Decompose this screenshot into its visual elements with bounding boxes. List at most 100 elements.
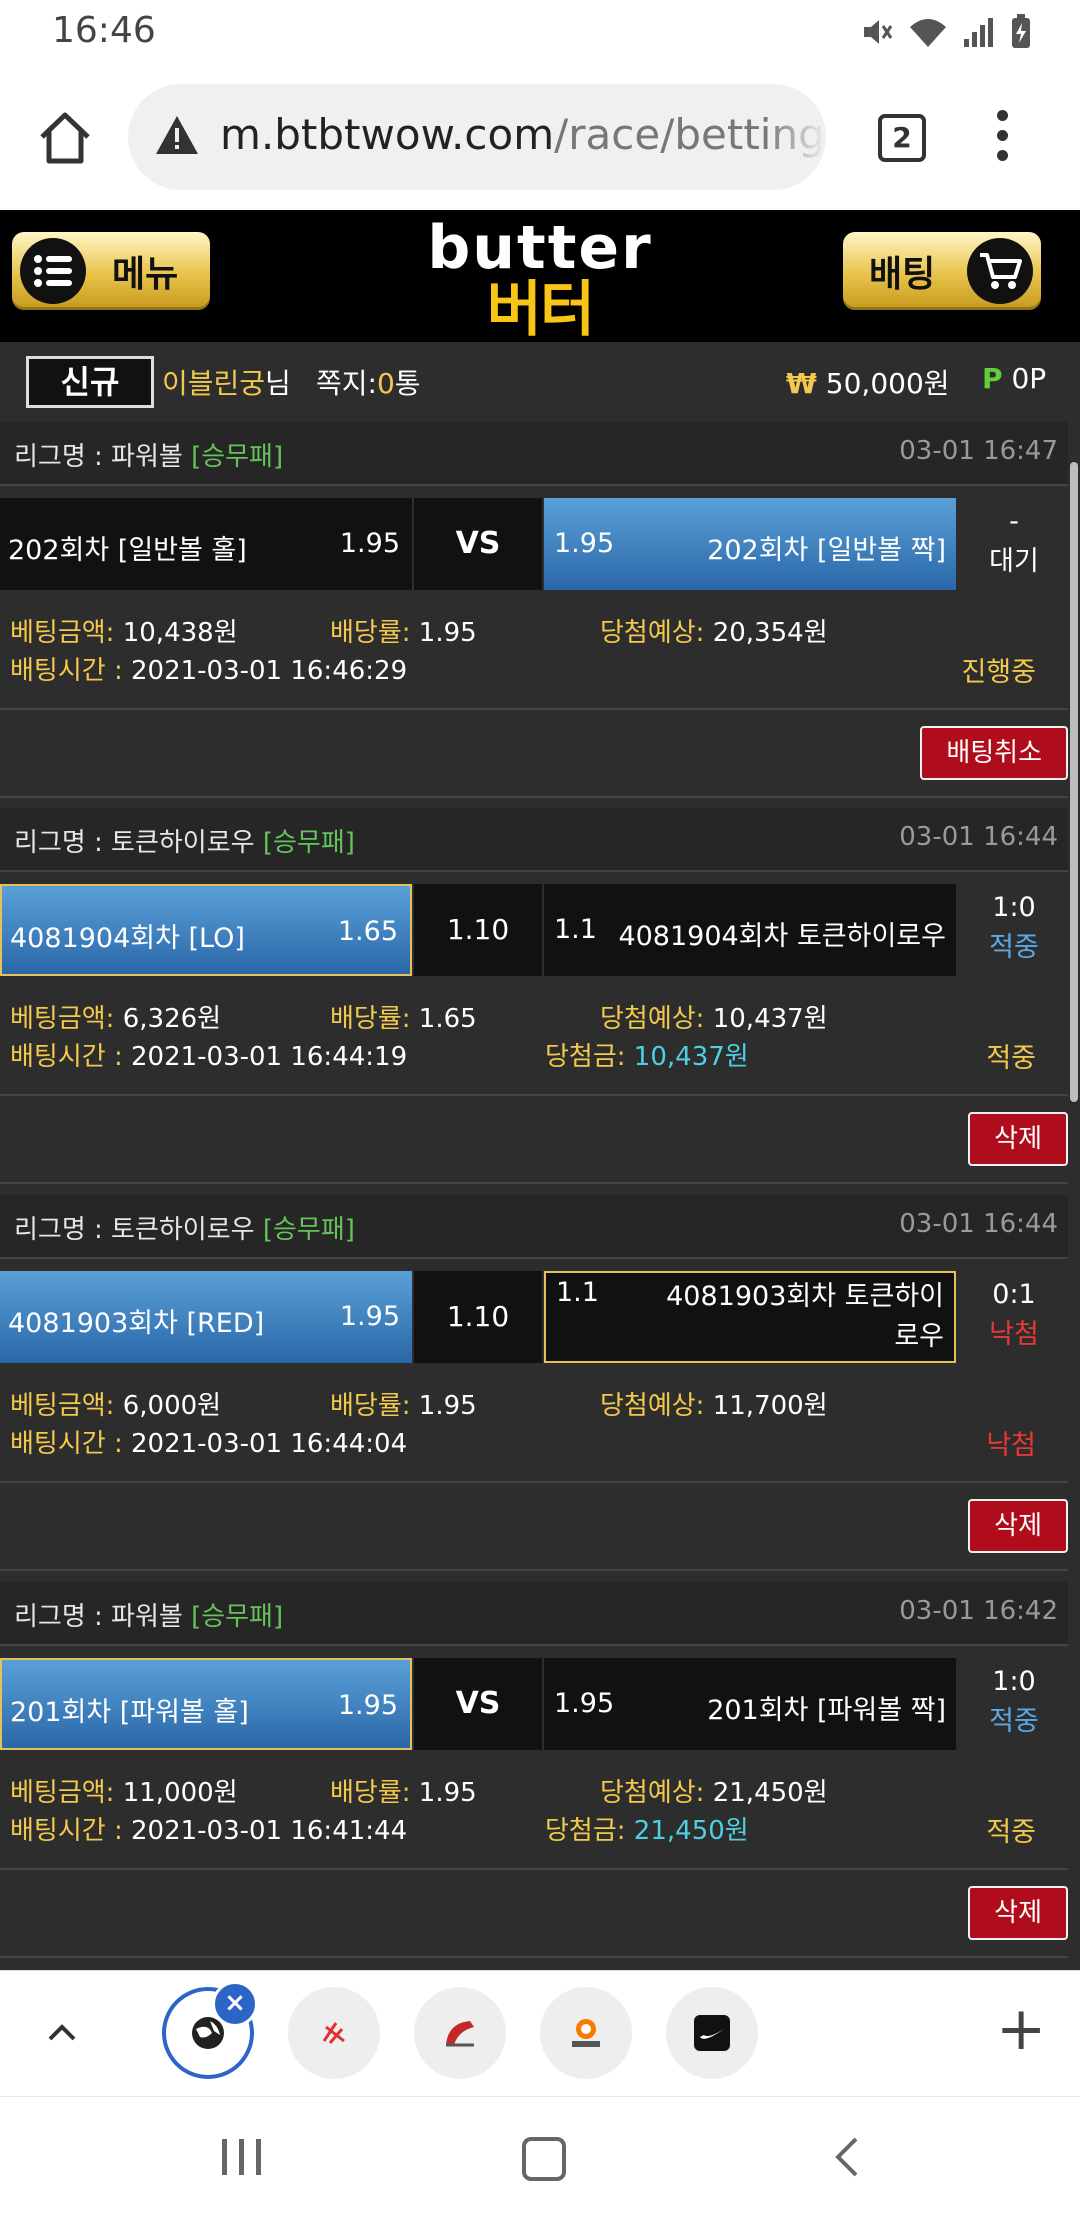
bet-status: 진행중 bbox=[961, 657, 1036, 688]
league-header: 리그명 : 토큰하이로우 [승무패] 03-01 16:44 bbox=[0, 1195, 1068, 1259]
league-label: 리그명 : 파워볼 bbox=[14, 442, 183, 472]
away-odds: 1.1 bbox=[554, 914, 597, 945]
tab-nike[interactable] bbox=[666, 1987, 758, 2079]
result-score: 1:0 bbox=[992, 1666, 1036, 1697]
away-pick[interactable]: 1.95 202회차 [일반볼 짝] bbox=[544, 498, 956, 590]
bet-info: 베팅금액: 10,438원 배당률: 1.95 당첨예상: 20,354원 배팅… bbox=[0, 608, 1068, 708]
user-info-bar: 신규 이블린궁님 쪽지:0통 ₩ 50,000원 P 0P bbox=[0, 342, 1080, 422]
expected-label: 당첨예상: bbox=[600, 1778, 705, 1808]
away-odds: 1.1 bbox=[556, 1277, 599, 1308]
result-score: 1:0 bbox=[992, 892, 1036, 923]
home-pick[interactable]: 201회차 [파워볼 홀] 1.95 bbox=[0, 1658, 412, 1750]
new-tab-icon[interactable]: + bbox=[996, 1999, 1046, 2059]
delete-button[interactable]: 삭제 bbox=[968, 1499, 1068, 1553]
result: 0:1 낙첨 bbox=[960, 1271, 1068, 1363]
bet-time: 2021-03-01 16:44:19 bbox=[130, 1042, 408, 1072]
bet-info: 베팅금액: 11,000원 배당률: 1.95 당첨예상: 21,450원 배팅… bbox=[0, 1768, 1068, 1868]
home-pick[interactable]: 4081903회차 [RED] 1.95 bbox=[0, 1271, 412, 1363]
chevron-up-icon[interactable] bbox=[44, 2015, 80, 2051]
site-logo[interactable]: butter 버터 bbox=[420, 216, 660, 340]
messages-link[interactable]: 쪽지:0통 bbox=[316, 362, 421, 402]
result: 1:0 적중 bbox=[960, 1658, 1068, 1750]
match-row: 4081904회차 [LO] 1.65 1.10 1.1 4081904회차 토… bbox=[0, 884, 1068, 976]
odds-label: 배당률: bbox=[330, 618, 411, 648]
address-bar[interactable]: m.btbtwow.com/race/betting bbox=[128, 84, 826, 190]
status-icons bbox=[860, 14, 1032, 50]
expected-value: 21,450원 bbox=[712, 1778, 828, 1808]
nike-icon bbox=[694, 2015, 730, 2051]
away-pick[interactable]: 1.95 201회차 [파워볼 짝] bbox=[544, 1658, 956, 1750]
draw-pick[interactable]: 1.10 bbox=[414, 884, 542, 976]
tab-sports[interactable] bbox=[288, 1987, 380, 2079]
odds-label: 배당률: bbox=[330, 1391, 411, 1421]
menu-button[interactable]: 메뉴 bbox=[12, 232, 210, 310]
cancel-bet-button[interactable]: 배팅취소 bbox=[920, 726, 1068, 780]
username: 이블린궁님 bbox=[162, 362, 291, 402]
draw-pick[interactable]: VS bbox=[414, 498, 542, 590]
close-tab-icon[interactable]: × bbox=[212, 1981, 258, 2027]
bet-actions: 삭제 bbox=[0, 1094, 1068, 1184]
logo-ko: 버터 bbox=[486, 275, 595, 345]
result-score: 0:1 bbox=[992, 1279, 1036, 1310]
result: - 대기 bbox=[960, 498, 1068, 590]
bet-amount: 6,326원 bbox=[122, 1004, 222, 1034]
betslip-button[interactable]: 배팅 bbox=[843, 232, 1041, 310]
expected-value: 11,700원 bbox=[712, 1391, 828, 1421]
bet-type: [승무패] bbox=[191, 1602, 284, 1632]
delete-button[interactable]: 삭제 bbox=[968, 1886, 1068, 1940]
list-icon bbox=[20, 238, 86, 304]
tab-switcher-button[interactable]: 2 bbox=[878, 114, 926, 162]
bet-date: 03-01 16:44 bbox=[899, 1209, 1058, 1239]
tab-game[interactable] bbox=[414, 1987, 506, 2079]
home-team: 4081903회차 [RED] bbox=[8, 1308, 265, 1339]
status-bar: 16:46 bbox=[0, 0, 1080, 64]
result: 1:0 적중 bbox=[960, 884, 1068, 976]
bet-status: 낙첨 bbox=[986, 1430, 1036, 1461]
home-team: 4081904회차 [LO] bbox=[10, 923, 245, 954]
more-options-icon[interactable] bbox=[990, 110, 1014, 166]
logo-en: butter bbox=[427, 213, 653, 283]
url-host: m.btbtwow.com bbox=[220, 110, 555, 159]
league-label: 리그명 : 토큰하이로우 bbox=[14, 1215, 255, 1245]
tab-albamon[interactable] bbox=[540, 1987, 632, 2079]
result-text: 대기 bbox=[989, 546, 1039, 577]
away-pick[interactable]: 1.1 4081904회차 토큰하이로우 bbox=[544, 884, 956, 976]
home-icon[interactable] bbox=[34, 107, 96, 169]
home-pick[interactable]: 202회차 [일반볼 홀] 1.95 bbox=[0, 498, 412, 590]
bet-amount-label: 베팅금액: bbox=[10, 1778, 115, 1808]
match-row: 202회차 [일반볼 홀] 1.95 VS 1.95 202회차 [일반볼 짝]… bbox=[0, 498, 1068, 590]
tab-globe[interactable]: × bbox=[162, 1981, 258, 2079]
scrollbar-thumb[interactable] bbox=[1070, 462, 1078, 1102]
expected-value: 10,437원 bbox=[712, 1004, 828, 1034]
win-amount: 10,437원 bbox=[633, 1042, 749, 1072]
bet-actions: 삭제 bbox=[0, 1868, 1068, 1958]
menu-label: 메뉴 bbox=[112, 254, 179, 295]
page-scrollbar[interactable] bbox=[1068, 422, 1080, 1970]
league-name: 리그명 : 파워볼 [승무패] bbox=[14, 1596, 283, 1633]
result-score: - bbox=[1009, 506, 1019, 537]
odds-label: 배당률: bbox=[330, 1778, 411, 1808]
bet-time: 2021-03-01 16:46:29 bbox=[130, 656, 408, 686]
draw-pick[interactable]: VS bbox=[414, 1658, 542, 1750]
albamon-icon bbox=[572, 2019, 600, 2047]
home-odds: 1.95 bbox=[339, 1301, 400, 1332]
bet-amount: 11,000원 bbox=[122, 1778, 238, 1808]
bet-info: 베팅금액: 6,326원 배당률: 1.65 당첨예상: 10,437원 배팅시… bbox=[0, 994, 1068, 1094]
league-name: 리그명 : 토큰하이로우 [승무패] bbox=[14, 1209, 355, 1246]
expected-value: 20,354원 bbox=[712, 618, 828, 648]
home-odds: 1.95 bbox=[337, 1690, 398, 1721]
system-nav-bar bbox=[0, 2096, 1080, 2221]
league-header: 리그명 : 파워볼 [승무패] 03-01 16:42 bbox=[0, 1582, 1068, 1646]
browser-toolbar: m.btbtwow.com/race/betting 2 bbox=[0, 64, 1080, 210]
home-pick[interactable]: 4081904회차 [LO] 1.65 bbox=[0, 884, 412, 976]
cart-icon bbox=[967, 238, 1033, 304]
back-icon[interactable] bbox=[832, 2135, 862, 2179]
league-header: 리그명 : 파워볼 [승무패] 03-01 16:47 bbox=[0, 422, 1068, 486]
bet-type: [승무패] bbox=[191, 442, 284, 472]
delete-button[interactable]: 삭제 bbox=[968, 1112, 1068, 1166]
system-home-icon[interactable] bbox=[522, 2137, 566, 2181]
draw-pick[interactable]: 1.10 bbox=[414, 1271, 542, 1363]
away-pick[interactable]: 1.1 4081903회차 토큰하이로우 bbox=[544, 1271, 956, 1363]
bet-amount-label: 베팅금액: bbox=[10, 618, 115, 648]
recent-apps-icon[interactable] bbox=[222, 2139, 261, 2175]
